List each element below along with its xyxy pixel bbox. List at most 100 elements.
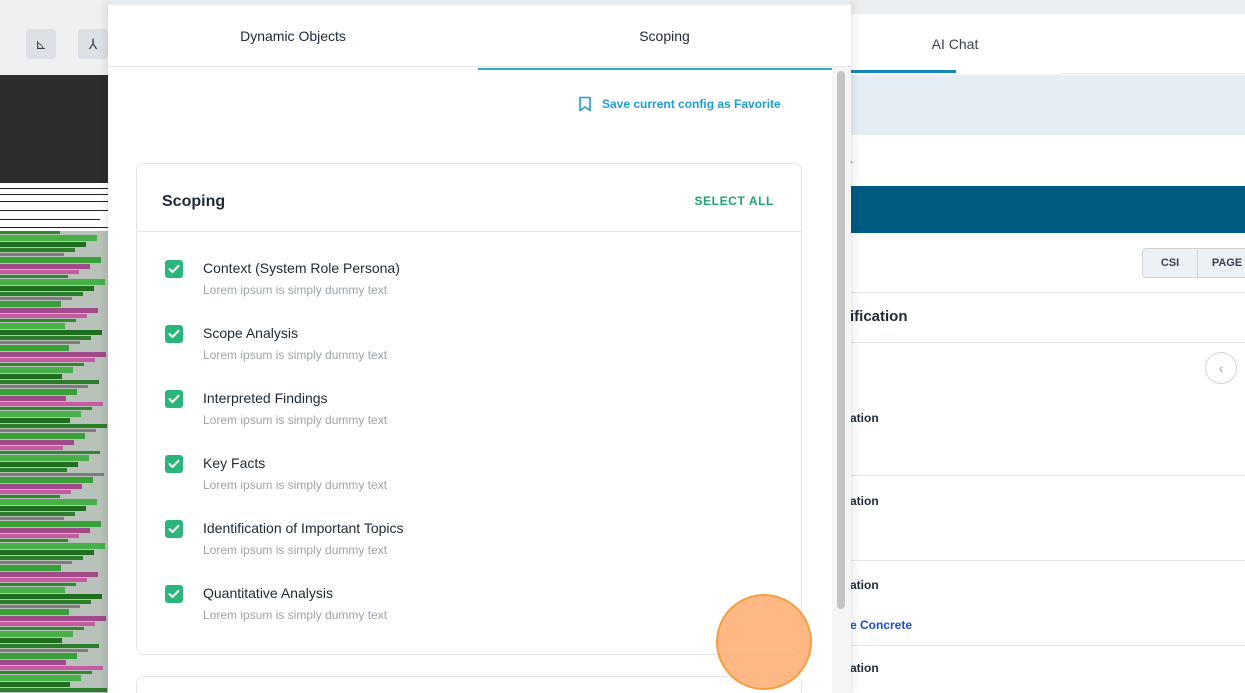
background-bar	[0, 462, 78, 467]
background-bar	[0, 323, 65, 329]
scoping-item-title: Key Facts	[203, 455, 266, 471]
background-bar	[0, 231, 60, 234]
scoping-item-description: Lorem ipsum is simply dummy text	[203, 608, 388, 622]
scoping-item-title: Quantitative Analysis	[203, 585, 333, 601]
background-bar	[0, 631, 73, 637]
scoping-item[interactable]: Identification of Important Topics Lorem …	[165, 517, 765, 567]
right-filter-row: CSI PAGE	[850, 233, 1245, 293]
right-section-heading: ification	[850, 308, 908, 325]
background-bar	[0, 345, 69, 351]
background-bar	[0, 314, 87, 318]
background-bar	[0, 402, 103, 406]
background-bar	[0, 594, 102, 599]
right-divider	[850, 475, 1245, 476]
background-bar	[0, 286, 94, 291]
scrollbar-thumb[interactable]	[837, 71, 845, 609]
background-bar	[0, 556, 83, 560]
background-bar	[0, 424, 107, 428]
background-bar	[0, 396, 66, 401]
scoping-item[interactable]: Key Facts Lorem ipsum is simply dummy tex…	[165, 452, 765, 502]
previous-arrow-button[interactable]: ‹	[1205, 352, 1237, 384]
right-item-link[interactable]: e Concrete	[850, 618, 912, 632]
background-bar	[0, 671, 92, 674]
background-bar	[0, 433, 85, 439]
background-bar	[0, 682, 70, 687]
background-bar	[0, 578, 87, 582]
checkbox-checked-icon[interactable]	[165, 585, 183, 603]
background-bar	[0, 499, 97, 505]
tab-dynamic-objects[interactable]: Dynamic Objects	[108, 5, 478, 67]
background-bar	[0, 653, 77, 659]
background-bar	[0, 264, 90, 269]
scoping-item-description: Lorem ipsum is simply dummy text	[203, 413, 388, 427]
checkbox-checked-icon[interactable]	[165, 325, 183, 343]
background-bar	[0, 341, 80, 344]
scoping-item-description: Lorem ipsum is simply dummy text	[203, 478, 388, 492]
select-all-button[interactable]: SELECT ALL	[694, 194, 774, 208]
right-divider	[850, 645, 1245, 646]
background-bar	[0, 270, 79, 274]
right-list-item[interactable]: ation	[850, 494, 879, 508]
checkbox-checked-icon[interactable]	[165, 455, 183, 473]
background-bar	[0, 358, 95, 362]
background-bar	[0, 539, 68, 542]
right-tab-bar-rest	[1060, 14, 1245, 74]
csi-button[interactable]: CSI	[1142, 248, 1198, 278]
checkbox-checked-icon[interactable]	[165, 260, 183, 278]
background-left-strip: ⊾ ⅄	[0, 0, 108, 693]
background-bar	[0, 385, 88, 388]
scoping-item-title: Interpreted Findings	[203, 390, 328, 406]
background-bar	[0, 308, 98, 313]
scoping-item[interactable]: Interpreted Findings Lorem ipsum is simpl…	[165, 387, 765, 437]
scoping-item-description: Lorem ipsum is simply dummy text	[203, 348, 388, 362]
background-line-block	[0, 183, 108, 231]
tab-ai-chat[interactable]: AI Chat	[850, 14, 1060, 74]
right-divider	[850, 342, 1245, 343]
background-bar	[0, 275, 68, 278]
scoping-item[interactable]: Scope Analysis Lorem ipsum is simply dumm…	[165, 322, 765, 372]
angle-tool-icon[interactable]: ⊾	[26, 29, 56, 59]
scoping-modal: Dynamic Objects Scoping Save current con…	[108, 0, 851, 693]
background-bar	[0, 242, 86, 247]
background-bar	[0, 319, 76, 322]
scoping-card: Scoping SELECT ALL Context (System Role …	[136, 163, 802, 655]
background-bar	[0, 455, 89, 461]
scoping-item-title: Context (System Role Persona)	[203, 260, 400, 276]
background-bar	[0, 440, 74, 445]
background-bar	[0, 330, 102, 335]
checkbox-checked-icon[interactable]	[165, 390, 183, 408]
modal-scroll-area: Save current config as Favorite Scoping …	[108, 67, 851, 693]
page-button[interactable]: PAGE	[1197, 248, 1245, 278]
background-bar	[0, 446, 63, 450]
background-bar	[0, 688, 107, 692]
scoping-card-title: Scoping	[162, 193, 226, 210]
measure-tool-icon[interactable]: ⅄	[78, 29, 108, 59]
background-bar	[0, 627, 84, 630]
scoping-item-description: Lorem ipsum is simply dummy text	[203, 543, 388, 557]
background-bar	[0, 367, 73, 373]
right-list-item[interactable]: ation	[850, 578, 879, 592]
background-bar	[0, 484, 82, 489]
background-bar	[0, 660, 66, 665]
background-bar	[0, 517, 64, 520]
right-list-item[interactable]: ation	[850, 661, 879, 675]
scoping-item-description: Lorem ipsum is simply dummy text	[203, 283, 388, 297]
background-bar	[0, 534, 79, 538]
background-bar	[0, 451, 100, 454]
background-bar	[0, 543, 105, 549]
right-info-band	[850, 75, 1245, 135]
checkbox-checked-icon[interactable]	[165, 520, 183, 538]
background-bar	[0, 490, 71, 494]
background-bar	[0, 418, 70, 423]
background-bar	[0, 528, 90, 533]
background-bar	[0, 389, 77, 395]
background-bar	[0, 506, 86, 511]
scoping-item[interactable]: Context (System Role Persona) Lorem ipsum…	[165, 257, 765, 307]
right-list-item[interactable]: ation	[850, 411, 879, 425]
scoping-item[interactable]: Quantitative Analysis Lorem ipsum is simp…	[165, 582, 765, 632]
background-bar	[0, 638, 62, 643]
tab-scoping[interactable]: Scoping	[478, 5, 851, 67]
background-bar	[0, 675, 81, 681]
bookmark-icon	[579, 96, 591, 112]
save-favorite-button[interactable]: Save current config as Favorite	[578, 94, 781, 114]
